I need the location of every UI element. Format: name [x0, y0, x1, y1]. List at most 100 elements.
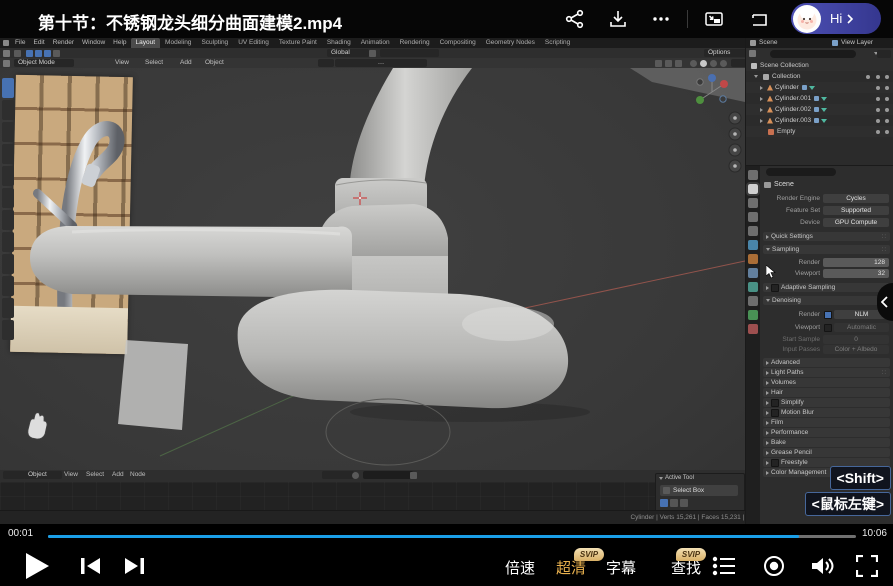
section-motion-blur[interactable]: Motion Blur — [763, 408, 890, 417]
section-hair[interactable]: Hair — [763, 388, 890, 397]
hide-eye-icon[interactable] — [876, 108, 880, 112]
menu-help[interactable]: Help — [109, 38, 130, 48]
editor-type-dropdown[interactable] — [3, 471, 25, 479]
viewport-menu-view[interactable]: View — [115, 58, 129, 68]
tool-mode-new-icon[interactable] — [660, 499, 668, 507]
show-overlays-icon[interactable] — [665, 60, 672, 67]
collection-render-icon[interactable] — [885, 75, 889, 79]
tool-mode-subtract-icon[interactable] — [680, 499, 688, 507]
tab-modeling[interactable]: Modeling — [160, 38, 196, 48]
tab-scripting[interactable]: Scripting — [540, 38, 575, 48]
expand-icon[interactable] — [760, 119, 763, 123]
options-dropdown[interactable]: Options — [704, 49, 748, 57]
tab-world-icon[interactable] — [748, 240, 758, 250]
outliner-row-collection[interactable]: Collection — [746, 71, 893, 82]
sampling-render-value[interactable]: 128 — [823, 258, 889, 267]
picture-in-picture-icon[interactable] — [703, 8, 725, 30]
outliner-row-cylinder-002[interactable]: Cylinder.002 — [746, 104, 893, 115]
shading-rendered-icon[interactable] — [720, 60, 727, 67]
tab-particles-icon[interactable] — [748, 282, 758, 292]
active-tool-header[interactable]: Active Tool — [659, 475, 694, 481]
account-button[interactable]: Hi — [791, 3, 881, 34]
tab-scene-icon[interactable] — [748, 226, 758, 236]
shading-material-icon[interactable] — [710, 60, 717, 67]
slot-dropdown[interactable] — [322, 471, 354, 479]
section-denoising[interactable]: Denoising — [763, 296, 890, 305]
tool-option-icon-2[interactable] — [26, 50, 33, 57]
section-simplify[interactable]: Simplify — [763, 398, 890, 407]
tool-option-icon-3[interactable] — [35, 50, 42, 57]
tool-option-icon-5[interactable] — [53, 50, 60, 57]
outliner-options-icon[interactable] — [877, 50, 891, 58]
denoise-passes-dropdown[interactable]: Color + Albedo — [823, 345, 889, 354]
tab-object-data-icon[interactable] — [748, 310, 758, 320]
playback-speed-button[interactable]: 倍速 — [505, 557, 535, 578]
record-screen-icon[interactable] — [762, 554, 786, 578]
snap-magnet-icon[interactable] — [369, 50, 376, 57]
shader-mode-dropdown[interactable]: Object — [24, 471, 62, 479]
subtitles-button[interactable]: 字幕 — [606, 557, 636, 578]
outliner-row-cylinder-003[interactable]: Cylinder.003 — [746, 115, 893, 126]
hide-eye-icon[interactable] — [876, 86, 880, 90]
shader-menu-view[interactable]: View — [64, 470, 78, 480]
tool-option-icon-1[interactable] — [14, 50, 21, 57]
expand-icon[interactable] — [760, 97, 763, 101]
outliner-row-cylinder-001[interactable]: Cylinder.001 — [746, 93, 893, 104]
tab-render-icon[interactable] — [748, 184, 758, 194]
section-grease-pencil[interactable]: Grease Pencil — [763, 448, 890, 457]
tab-sculpting[interactable]: Sculpting — [196, 38, 233, 48]
shader-editor-canvas[interactable] — [0, 482, 745, 510]
next-button[interactable] — [124, 556, 145, 576]
viewport-menu-object[interactable]: Object — [205, 58, 224, 68]
menu-render[interactable]: Render — [49, 38, 78, 48]
editor-type-icon[interactable] — [3, 50, 10, 57]
tab-uv-editing[interactable]: UV Editing — [233, 38, 274, 48]
section-bake[interactable]: Bake — [763, 438, 890, 447]
properties-search-input[interactable] — [766, 168, 836, 176]
collection-checkbox-icon[interactable] — [866, 75, 870, 79]
more-options-icon[interactable] — [650, 8, 672, 30]
section-performance[interactable]: Performance — [763, 428, 890, 437]
section-sampling[interactable]: Sampling:: — [763, 245, 890, 254]
outliner-row-scene-collection[interactable]: Scene Collection — [746, 60, 893, 71]
collection-hide-icon[interactable] — [876, 75, 880, 79]
simplify-checkbox[interactable] — [771, 399, 779, 407]
section-film[interactable]: Film — [763, 418, 890, 427]
play-button[interactable] — [24, 552, 50, 580]
section-volumes[interactable]: Volumes — [763, 378, 890, 387]
tab-rendering[interactable]: Rendering — [395, 38, 435, 48]
view-layer-selector[interactable]: View Layer — [841, 38, 873, 48]
freestyle-checkbox[interactable] — [771, 459, 779, 467]
viewport-menu-add[interactable]: Add — [180, 58, 192, 68]
volume-icon[interactable] — [810, 554, 836, 578]
section-advanced[interactable]: Advanced — [763, 358, 890, 367]
proportional-falloff-icon[interactable] — [417, 49, 439, 57]
tab-output-icon[interactable] — [748, 198, 758, 208]
blender-logo-icon[interactable] — [3, 40, 9, 46]
previous-button[interactable] — [80, 556, 101, 576]
render-visibility-icon[interactable] — [885, 86, 889, 90]
tab-object-icon[interactable] — [748, 254, 758, 264]
download-icon[interactable] — [607, 8, 629, 30]
hide-eye-icon[interactable] — [876, 97, 880, 101]
section-adaptive-sampling[interactable]: Adaptive Sampling — [763, 283, 890, 292]
playlist-icon[interactable] — [712, 555, 736, 577]
render-visibility-icon[interactable] — [885, 119, 889, 123]
tool-mode-add-icon[interactable] — [670, 499, 678, 507]
tab-layout[interactable]: Layout — [131, 38, 161, 48]
denoise-render-checkbox[interactable] — [824, 311, 832, 319]
engine-dropdown[interactable]: Cycles — [823, 194, 889, 203]
viewport-menu-select[interactable]: Select — [145, 58, 163, 68]
section-light-paths[interactable]: Light Paths:: — [763, 368, 890, 377]
cast-screen-icon[interactable] — [748, 8, 770, 30]
motion-blur-checkbox[interactable] — [771, 409, 779, 417]
sampling-viewport-value[interactable]: 32 — [823, 269, 889, 278]
tab-tool-icon[interactable] — [748, 170, 758, 180]
tab-compositing[interactable]: Compositing — [435, 38, 481, 48]
render-visibility-icon[interactable] — [885, 108, 889, 112]
collection-expand-icon[interactable] — [754, 75, 758, 78]
menu-edit[interactable]: Edit — [29, 38, 48, 48]
fullscreen-icon[interactable] — [856, 555, 878, 577]
feature-dropdown[interactable]: Supported — [823, 206, 889, 215]
scene-selector[interactable]: Scene — [759, 38, 777, 48]
